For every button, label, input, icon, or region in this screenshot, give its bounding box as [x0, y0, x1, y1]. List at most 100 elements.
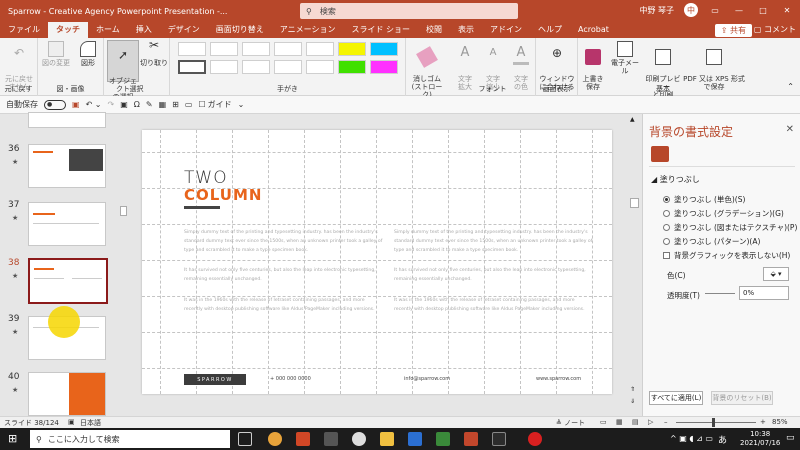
- highlighter-yellow[interactable]: [338, 42, 366, 56]
- next-slide-icon[interactable]: ⇓: [630, 398, 635, 405]
- color-picker-button[interactable]: ⬙ ▾: [763, 267, 789, 281]
- thumb-35[interactable]: [28, 112, 106, 128]
- autosave-toggle[interactable]: ●: [44, 99, 66, 110]
- left-paragraph-2[interactable]: It has survived not only five centuries,…: [184, 266, 384, 284]
- notification-icon[interactable]: ▭: [786, 433, 795, 443]
- search-box[interactable]: ⚲ 検索: [300, 3, 518, 19]
- right-paragraph-1[interactable]: Simply dummy text of the printing and ty…: [394, 228, 594, 255]
- text-icon[interactable]: Ω: [134, 100, 140, 109]
- save-qat-icon[interactable]: ▣: [72, 100, 80, 109]
- tab-acrobat[interactable]: Acrobat: [570, 22, 617, 38]
- pen-teal[interactable]: [274, 60, 302, 74]
- powerpoint-icon[interactable]: [296, 432, 310, 446]
- prev-slide-icon[interactable]: ⇑: [630, 386, 635, 393]
- guide-checkbox[interactable]: ☐: [198, 100, 205, 109]
- hide-bg-graphics-checkbox[interactable]: 背景グラフィックを表示しない(H): [663, 250, 790, 261]
- email-button[interactable]: 電子メール: [608, 41, 642, 75]
- redo-qat-icon[interactable]: ↷: [108, 100, 115, 109]
- reading-view-icon[interactable]: ▤: [632, 418, 639, 426]
- tab-help[interactable]: ヘルプ: [530, 22, 570, 38]
- pen-red-2[interactable]: [210, 60, 238, 74]
- tab-transitions[interactable]: 画面切り替え: [208, 22, 272, 38]
- table-icon[interactable]: ▦: [159, 100, 167, 109]
- windows-start-icon[interactable]: ⊞: [8, 432, 17, 445]
- taskbar-search[interactable]: ⚲ ここに入力して検索: [30, 430, 230, 448]
- normal-view-icon[interactable]: ▭: [600, 418, 607, 426]
- highlighter-cyan[interactable]: [370, 42, 398, 56]
- slide-scroll-thumb[interactable]: [630, 198, 639, 208]
- draw-icon[interactable]: ✎: [146, 100, 153, 109]
- avatar[interactable]: 中: [684, 3, 698, 17]
- notes-button[interactable]: ≜ ノート: [556, 418, 585, 428]
- comment-button[interactable]: ▢ コメント: [754, 24, 796, 35]
- tab-home[interactable]: ホーム: [88, 22, 128, 38]
- shapes-button[interactable]: 図形: [74, 41, 102, 67]
- tab-insert[interactable]: 挿入: [128, 22, 160, 38]
- tab-view[interactable]: 表示: [450, 22, 482, 38]
- object-select-button[interactable]: ➚ オブジェクト の選択: [107, 40, 139, 101]
- footer-web[interactable]: www.sparrow.com: [536, 376, 581, 382]
- highlighter-green[interactable]: [338, 60, 366, 74]
- slide-vertical-scrollbar[interactable]: ▲ ⇑ ⇓: [628, 114, 642, 416]
- app-icon[interactable]: [324, 432, 338, 446]
- tab-animations[interactable]: アニメーション: [272, 22, 344, 38]
- undo-qat-icon[interactable]: ↶ ⌄: [86, 100, 102, 109]
- pen-gray[interactable]: [306, 42, 334, 56]
- left-paragraph-1[interactable]: Simply dummy text of the printing and ty…: [184, 228, 384, 255]
- app-icon[interactable]: [408, 432, 422, 446]
- zoom-out-button[interactable]: –: [664, 418, 668, 426]
- file-explorer-icon[interactable]: [380, 432, 394, 446]
- tab-addins[interactable]: アドイン: [482, 22, 530, 38]
- pen-blue-2[interactable]: [242, 60, 270, 74]
- slide-sorter-icon[interactable]: ▦: [616, 418, 623, 426]
- thumb-37[interactable]: [28, 202, 106, 246]
- footer-phone[interactable]: + 000 000 0000: [270, 376, 311, 382]
- tab-file[interactable]: ファイル: [0, 22, 48, 38]
- pen-purple[interactable]: [306, 60, 334, 74]
- start-slideshow-icon[interactable]: ▣: [120, 100, 128, 109]
- thumbnail-scrollbar[interactable]: [120, 114, 128, 416]
- language[interactable]: 日本語: [80, 418, 101, 428]
- collapse-ribbon-icon[interactable]: ⌃: [787, 82, 794, 91]
- change-figure-button[interactable]: 図の変更: [40, 41, 72, 67]
- ime-indicator[interactable]: あ: [718, 433, 727, 446]
- fill-section-header[interactable]: ◢ 塗りつぶし: [651, 174, 700, 185]
- transparency-slider[interactable]: [705, 293, 735, 294]
- clock[interactable]: 10:38 2021/07/16: [740, 430, 780, 448]
- task-view-icon[interactable]: [238, 432, 252, 446]
- left-paragraph-3[interactable]: It was in the 1960s with the release of …: [184, 296, 384, 314]
- eraser-button[interactable]: 消しゴム (ストローク): [408, 41, 446, 99]
- format-icon[interactable]: ⊞: [172, 100, 179, 109]
- spellcheck-icon[interactable]: ▣: [68, 418, 75, 426]
- pen-black-thick[interactable]: [178, 60, 206, 74]
- shape-icon[interactable]: ▭: [185, 100, 193, 109]
- slideshow-icon[interactable]: ▷: [648, 418, 653, 426]
- footer-brand[interactable]: SPARROW: [184, 374, 246, 385]
- right-paragraph-3[interactable]: It was in the 1960s with the release of …: [394, 296, 594, 314]
- tab-design[interactable]: デザイン: [160, 22, 208, 38]
- fill-bucket-icon[interactable]: [651, 146, 669, 162]
- record-icon[interactable]: [528, 432, 542, 446]
- more-icon[interactable]: ⌄: [238, 100, 245, 109]
- chrome-icon[interactable]: [268, 432, 282, 446]
- radio-solid-fill[interactable]: 塗りつぶし (単色)(S): [663, 194, 745, 205]
- app-icon[interactable]: [352, 432, 366, 446]
- cut-button[interactable]: ✂ 切り取り: [140, 39, 168, 67]
- right-paragraph-2[interactable]: It has survived not only five centuries,…: [394, 266, 594, 284]
- pen-blue[interactable]: [242, 42, 270, 56]
- app-icon[interactable]: [492, 432, 506, 446]
- zoom-level[interactable]: 85%: [772, 418, 788, 426]
- thumb-38[interactable]: [28, 258, 108, 304]
- tab-touch[interactable]: タッチ: [48, 22, 88, 38]
- radio-pattern-fill[interactable]: 塗りつぶし (パターン)(A): [663, 236, 760, 247]
- share-button[interactable]: ⇪ 共有: [714, 24, 752, 37]
- zoom-slider-thumb[interactable]: [712, 418, 715, 427]
- tray-icons[interactable]: ^ ▣ ◖ ⊿ ▭: [670, 434, 713, 443]
- radio-picture-fill[interactable]: 塗りつぶし (図またはテクスチャ)(P): [663, 222, 797, 233]
- footer-email[interactable]: info@sparrow.com: [404, 376, 450, 382]
- tab-slideshow[interactable]: スライド ショー: [343, 22, 418, 38]
- transparency-input[interactable]: 0%: [739, 286, 789, 300]
- slide[interactable]: TWO COLUMN Simply dummy text of the prin…: [142, 130, 612, 394]
- reset-background-button[interactable]: 背景のリセット(B): [711, 391, 773, 405]
- radio-gradient-fill[interactable]: 塗りつぶし (グラデーション)(G): [663, 208, 784, 219]
